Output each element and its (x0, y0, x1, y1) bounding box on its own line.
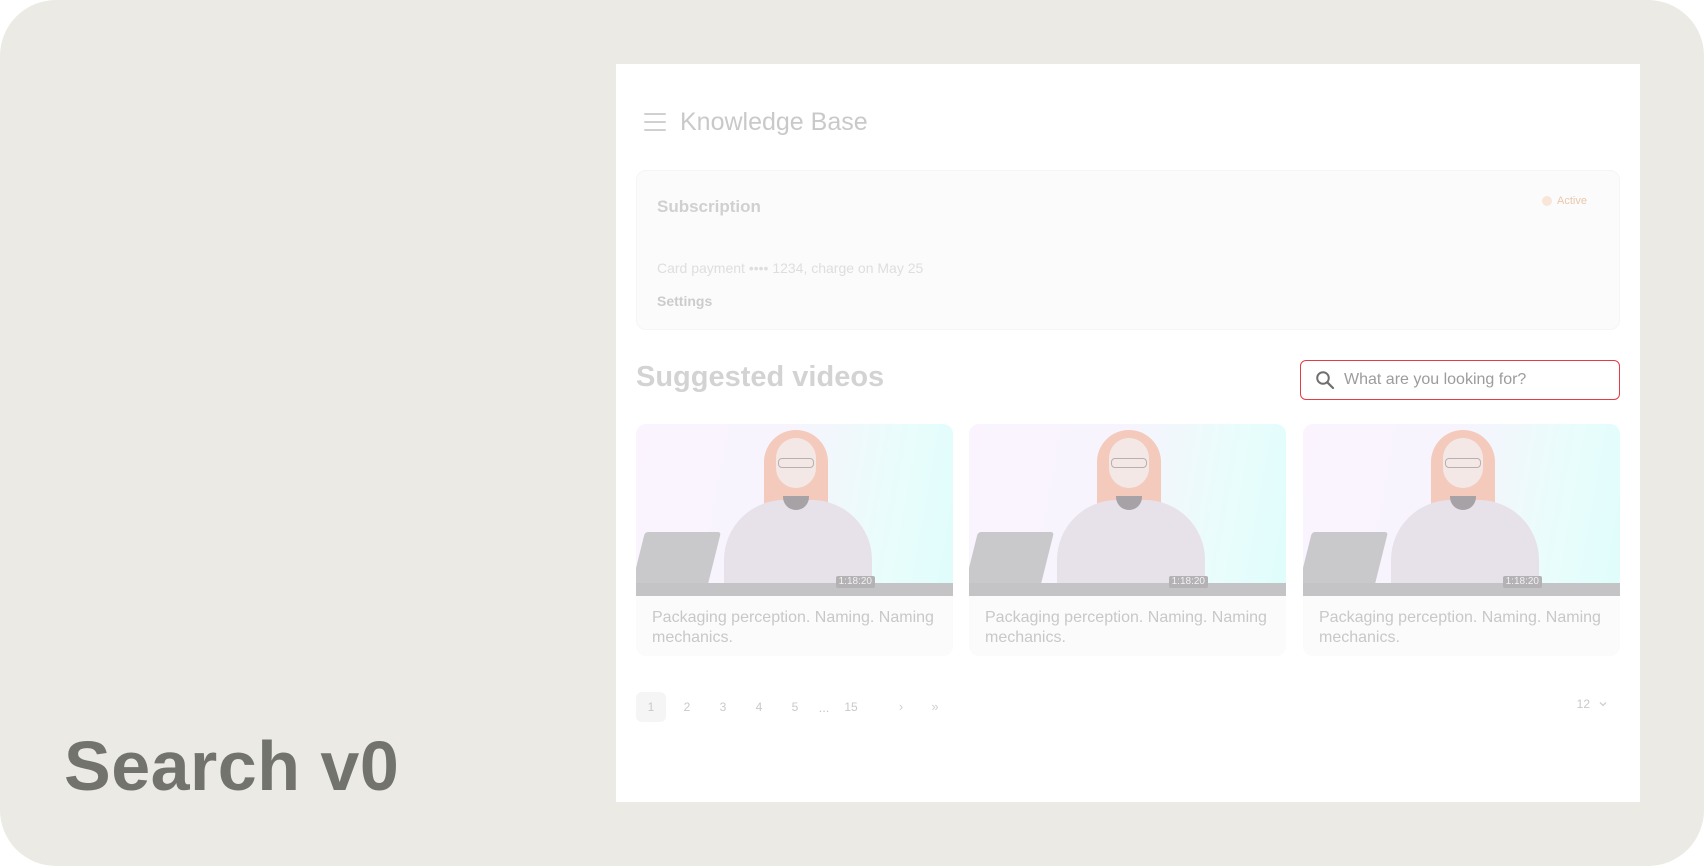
search-icon (1316, 371, 1335, 390)
video-card[interactable]: 1:18:20 Packaging perception. Naming. Na… (636, 424, 953, 656)
video-thumbnail[interactable]: 1:18:20 (969, 424, 1286, 596)
suggested-videos-heading: Suggested videos (636, 361, 885, 393)
page-title: Knowledge Base (680, 107, 868, 136)
video-thumbnail[interactable]: 1:18:20 (636, 424, 953, 596)
video-thumbnail[interactable]: 1:18:20 (1303, 424, 1620, 596)
settings-link[interactable]: Settings (657, 293, 712, 309)
video-card[interactable]: 1:18:20 Packaging perception. Naming. Na… (1303, 424, 1620, 656)
video-title[interactable]: Packaging perception. Naming. Naming mec… (652, 608, 942, 648)
per-page-value: 12 (1576, 697, 1590, 711)
app-header: Knowledge Base (644, 102, 868, 142)
search-input[interactable] (1344, 371, 1614, 389)
presentation-frame: Search v0 Knowledge Base Subscription Ac… (0, 0, 1704, 866)
chevron-down-icon (1599, 702, 1607, 707)
subscription-card: Subscription Active Card payment •••• 12… (636, 170, 1620, 330)
page-button-last[interactable]: 15 (836, 692, 866, 722)
status-label: Active (1557, 195, 1587, 207)
status-dot-icon (1542, 196, 1553, 206)
video-title[interactable]: Packaging perception. Naming. Naming mec… (1319, 608, 1609, 648)
video-duration: 1:18:20 (1502, 576, 1542, 588)
app-window: Knowledge Base Subscription Active Card … (616, 64, 1640, 802)
per-page-select[interactable]: 12 (1577, 697, 1608, 711)
page-button-4[interactable]: 4 (744, 692, 774, 722)
page-button-1[interactable]: 1 (636, 692, 666, 722)
slide-caption: Search v0 (64, 727, 400, 805)
last-page-icon[interactable]: » (920, 692, 950, 722)
page-ellipsis: ... (818, 699, 830, 715)
video-grid: 1:18:20 Packaging perception. Naming. Na… (636, 424, 1620, 660)
video-card[interactable]: 1:18:20 Packaging perception. Naming. Na… (969, 424, 1286, 656)
video-duration: 1:18:20 (835, 576, 875, 588)
subscription-title: Subscription (657, 197, 761, 216)
hamburger-icon[interactable] (644, 112, 666, 132)
page-button-5[interactable]: 5 (780, 692, 810, 722)
pagination: 1 2 3 4 5 ... 15 › » (636, 692, 950, 722)
status-badge: Active (1542, 195, 1587, 207)
subscription-description: Card payment •••• 1234, charge on May 25 (657, 260, 924, 276)
video-title[interactable]: Packaging perception. Naming. Naming mec… (985, 608, 1275, 648)
next-page-icon[interactable]: › (886, 692, 916, 722)
page-button-2[interactable]: 2 (672, 692, 702, 722)
search-field[interactable] (1300, 360, 1620, 400)
video-duration: 1:18:20 (1168, 576, 1208, 588)
page-button-3[interactable]: 3 (708, 692, 738, 722)
